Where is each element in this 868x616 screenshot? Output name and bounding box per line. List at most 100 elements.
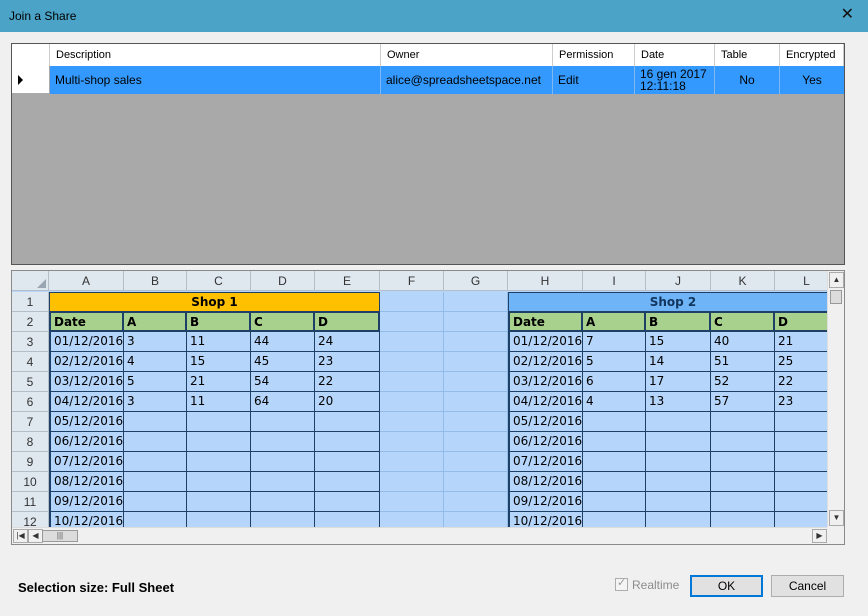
shop1-column-header[interactable]: D [315, 312, 380, 332]
sheet-cell[interactable] [444, 472, 508, 492]
sheet-cell[interactable] [444, 392, 508, 412]
shop2-data-cell[interactable]: 13 [646, 392, 711, 412]
shop1-data-cell[interactable]: 3 [124, 392, 187, 412]
shop2-data-cell[interactable] [583, 472, 646, 492]
shop1-data-cell[interactable]: 22 [315, 372, 380, 392]
sheet-cell[interactable] [380, 352, 444, 372]
row-header[interactable]: 4 [12, 352, 49, 372]
shop1-data-cell[interactable] [187, 412, 251, 432]
shop2-column-header[interactable]: D [775, 312, 828, 332]
share-permission[interactable]: Edit [553, 66, 635, 94]
column-header-table[interactable]: Table [715, 44, 780, 66]
shop2-data-cell[interactable] [583, 492, 646, 512]
sheet-cell[interactable] [380, 492, 444, 512]
sheet-cell[interactable] [380, 412, 444, 432]
column-header-permission[interactable]: Permission [553, 44, 635, 66]
shop1-column-header[interactable]: B [187, 312, 251, 332]
shop2-data-cell[interactable] [711, 412, 775, 432]
column-header[interactable]: E [315, 271, 380, 291]
shop1-data-cell[interactable]: 44 [251, 332, 315, 352]
shop2-data-cell[interactable]: 10/12/2016 [508, 512, 583, 527]
shop1-data-cell[interactable]: 4 [124, 352, 187, 372]
shop2-data-cell[interactable]: 05/12/2016 [508, 412, 583, 432]
shop2-data-cell[interactable]: 6 [583, 372, 646, 392]
scroll-up-icon[interactable]: ▲ [829, 272, 844, 288]
shop1-data-cell[interactable] [315, 412, 380, 432]
share-encrypted[interactable]: Yes [780, 66, 844, 94]
column-header[interactable]: D [251, 271, 315, 291]
shop2-data-cell[interactable] [711, 512, 775, 527]
shop1-data-cell[interactable]: 06/12/2016 [49, 432, 124, 452]
column-header[interactable]: J [646, 271, 711, 291]
row-selector[interactable] [12, 66, 50, 94]
shop1-data-cell[interactable]: 11 [187, 332, 251, 352]
shop2-data-cell[interactable]: 57 [711, 392, 775, 412]
shop2-data-cell[interactable] [775, 472, 828, 492]
shop2-data-cell[interactable]: 17 [646, 372, 711, 392]
shop2-column-header[interactable]: Date [508, 312, 583, 332]
horizontal-scrollbar[interactable]: |◀ ◀ ||| ▶ [12, 527, 828, 544]
shop2-data-cell[interactable] [711, 492, 775, 512]
shop1-data-cell[interactable] [251, 472, 315, 492]
shop2-data-cell[interactable] [775, 512, 828, 527]
shop2-data-cell[interactable]: 03/12/2016 [508, 372, 583, 392]
sheet-cell[interactable] [444, 292, 508, 312]
share-date[interactable]: 16 gen 2017 12:11:18 [635, 66, 715, 94]
shop2-data-cell[interactable]: 21 [775, 332, 828, 352]
shop1-data-cell[interactable] [251, 452, 315, 472]
shop2-data-cell[interactable]: 06/12/2016 [508, 432, 583, 452]
scroll-down-icon[interactable]: ▼ [829, 510, 844, 526]
shop2-data-cell[interactable] [711, 472, 775, 492]
shop1-data-cell[interactable]: 01/12/2016 [49, 332, 124, 352]
shop2-data-cell[interactable] [646, 512, 711, 527]
shop1-data-cell[interactable]: 64 [251, 392, 315, 412]
column-header[interactable]: H [508, 271, 583, 291]
shop1-data-cell[interactable] [187, 432, 251, 452]
shop2-data-cell[interactable] [646, 432, 711, 452]
shop1-data-cell[interactable]: 10/12/2016 [49, 512, 124, 527]
column-header[interactable]: K [711, 271, 775, 291]
sheet-cell[interactable] [380, 512, 444, 527]
sheet-cell[interactable] [444, 332, 508, 352]
shop1-data-cell[interactable]: 24 [315, 332, 380, 352]
shop2-data-cell[interactable]: 4 [583, 392, 646, 412]
scroll-left-icon[interactable]: ◀ [28, 529, 43, 543]
shop1-data-cell[interactable]: 45 [251, 352, 315, 372]
shop2-data-cell[interactable] [583, 452, 646, 472]
shop2-data-cell[interactable] [775, 452, 828, 472]
shop1-data-cell[interactable] [251, 492, 315, 512]
shop1-data-cell[interactable] [315, 452, 380, 472]
shop1-data-cell[interactable] [187, 492, 251, 512]
row-header[interactable]: 6 [12, 392, 49, 412]
row-header[interactable]: 12 [12, 512, 49, 527]
row-header[interactable]: 9 [12, 452, 49, 472]
close-icon[interactable]: ✕ [841, 6, 854, 24]
shop2-data-cell[interactable] [775, 492, 828, 512]
sheet-cell[interactable] [380, 392, 444, 412]
column-header[interactable]: L [775, 271, 828, 291]
shop1-data-cell[interactable]: 20 [315, 392, 380, 412]
shop2-data-cell[interactable]: 04/12/2016 [508, 392, 583, 412]
shop1-title[interactable]: Shop 1 [49, 292, 380, 312]
row-header[interactable]: 10 [12, 472, 49, 492]
shop1-data-cell[interactable] [251, 412, 315, 432]
shop1-data-cell[interactable]: 5 [124, 372, 187, 392]
select-all-corner[interactable] [12, 271, 49, 291]
shop2-data-cell[interactable] [583, 412, 646, 432]
shop1-data-cell[interactable] [124, 412, 187, 432]
shop2-data-cell[interactable]: 40 [711, 332, 775, 352]
shop1-data-cell[interactable]: 23 [315, 352, 380, 372]
column-header[interactable]: G [444, 271, 508, 291]
shop2-data-cell[interactable] [646, 452, 711, 472]
shop2-data-cell[interactable] [775, 412, 828, 432]
shop2-data-cell[interactable]: 08/12/2016 [508, 472, 583, 492]
shop1-data-cell[interactable] [315, 492, 380, 512]
sheet-cell[interactable] [380, 292, 444, 312]
shop1-data-cell[interactable] [124, 512, 187, 527]
shop1-column-header[interactable]: Date [49, 312, 124, 332]
shop2-data-cell[interactable] [583, 512, 646, 527]
shop2-data-cell[interactable] [775, 432, 828, 452]
sheet-cell[interactable] [444, 452, 508, 472]
shop2-data-cell[interactable] [646, 472, 711, 492]
column-header-date[interactable]: Date [635, 44, 715, 66]
